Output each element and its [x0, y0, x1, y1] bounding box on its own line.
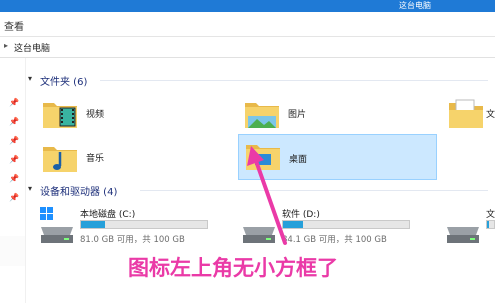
music-folder-icon [43, 147, 77, 172]
folder-desktop[interactable]: 桌面 [238, 134, 437, 180]
drive-usage-bar [282, 220, 410, 229]
collapse-caret-icon[interactable]: ▾ [28, 74, 32, 83]
folders-section-header[interactable]: ▾ 文件夹 (6) [28, 72, 488, 88]
breadcrumb[interactable]: 这台电脑 [14, 41, 50, 54]
drive-usage-fill [81, 221, 105, 228]
desktop-folder-icon [246, 145, 280, 170]
navigation-pane: 📌 📌 📌 📌 📌 📌 [0, 58, 26, 303]
section-divider [140, 190, 488, 191]
drive-usage-fill [487, 221, 490, 228]
windows-drive-icon [40, 207, 73, 243]
drive-space-info: 84.1 GB 可用，共 100 GB [282, 235, 387, 245]
address-bar[interactable]: ▸ 这台电脑 [0, 37, 495, 58]
drive-name: 文 [486, 210, 495, 220]
pictures-folder-icon [245, 103, 279, 128]
pin-icon[interactable]: 📌 [9, 193, 19, 203]
title-bar: 这台电脑 [0, 0, 495, 12]
folder-documents[interactable]: 文 [442, 90, 495, 140]
pin-icon[interactable]: 📌 [9, 155, 19, 165]
pin-icon[interactable]: 📌 [9, 98, 19, 108]
folder-music[interactable]: 音乐 [36, 134, 141, 184]
annotation-caption: 图标左上角无小方框了 [128, 256, 338, 280]
folders-section-label: 文件夹 (6) [40, 77, 88, 88]
section-divider [100, 80, 488, 81]
ribbon: 查看 [0, 12, 495, 37]
devices-section-label: 设备和驱动器 (4) [40, 187, 118, 198]
folder-videos[interactable]: 视频 [36, 90, 141, 140]
drive-other[interactable]: 文 [444, 205, 495, 253]
documents-folder-icon [449, 99, 483, 128]
folder-name: 桌面 [289, 155, 308, 165]
drive-name: 软件 (D:) [282, 210, 320, 220]
folder-name: 音乐 [86, 154, 105, 164]
drive-d[interactable]: 软件 (D:) 84.1 GB 可用，共 100 GB [240, 205, 420, 253]
pin-icon[interactable]: 📌 [9, 174, 19, 184]
drive-usage-bar [80, 220, 208, 229]
nav-empty-area [0, 236, 25, 266]
hard-drive-icon [447, 227, 479, 243]
video-folder-icon [43, 103, 77, 128]
tab-view[interactable]: 查看 [4, 18, 24, 33]
drive-usage-fill [283, 221, 304, 228]
hard-drive-icon [243, 227, 275, 243]
drive-name: 本地磁盘 (C:) [80, 210, 136, 220]
folder-name: 文 [486, 110, 495, 120]
drive-c[interactable]: 本地磁盘 (C:) 81.0 GB 可用，共 100 GB [38, 205, 218, 253]
pin-icon[interactable]: 📌 [9, 136, 19, 146]
collapse-caret-icon[interactable]: ▾ [28, 184, 32, 193]
folder-pictures[interactable]: 图片 [238, 90, 343, 140]
folder-name: 视频 [86, 110, 105, 120]
drive-space-info: 81.0 GB 可用，共 100 GB [80, 235, 185, 245]
drive-usage-bar [486, 220, 495, 229]
chevron-right-icon[interactable]: ▸ [4, 41, 8, 50]
folder-name: 图片 [288, 110, 307, 120]
devices-section-header[interactable]: ▾ 设备和驱动器 (4) [28, 182, 488, 198]
pin-icon[interactable]: 📌 [9, 117, 19, 127]
window-title: 这台电脑 [399, 1, 431, 10]
